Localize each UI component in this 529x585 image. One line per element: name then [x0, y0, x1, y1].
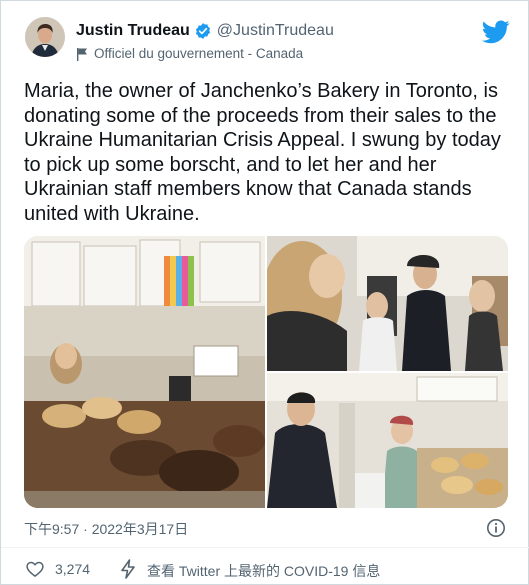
- tweet-card: Justin Trudeau @JustinTrudeau Officiel d…: [0, 0, 529, 585]
- tweet-text: Maria, the owner of Janchenko’s Bakery i…: [24, 80, 501, 225]
- author-display-name[interactable]: Justin Trudeau: [76, 22, 190, 40]
- twitter-bird-icon[interactable]: [481, 20, 510, 44]
- info-icon[interactable]: [486, 518, 506, 538]
- verified-badge-icon: [194, 22, 212, 40]
- government-label: Officiel du gouvernement - Canada: [94, 46, 304, 61]
- avatar[interactable]: [25, 17, 65, 57]
- heart-icon[interactable]: [25, 559, 45, 579]
- like-count[interactable]: 3,274: [55, 561, 90, 577]
- lightning-bolt-icon: [119, 559, 137, 579]
- actions-divider: [1, 547, 529, 548]
- government-label-row: Officiel du gouvernement - Canada: [76, 46, 303, 61]
- counter-service-photo[interactable]: [267, 373, 508, 508]
- author-handle[interactable]: @JustinTrudeau: [217, 22, 334, 40]
- bakery-counter-photo[interactable]: [24, 236, 265, 508]
- staff-meeting-photo[interactable]: [267, 236, 508, 371]
- tweet-timestamp[interactable]: 下午9:57 · 2022年3月17日: [24, 519, 188, 539]
- covid-info-link[interactable]: 查看 Twitter 上最新的 COVID-19 信息: [147, 561, 380, 581]
- government-flag-icon: [76, 47, 89, 61]
- tweet-media-grid: [24, 236, 508, 508]
- author-name-row[interactable]: Justin Trudeau @JustinTrudeau: [76, 22, 334, 40]
